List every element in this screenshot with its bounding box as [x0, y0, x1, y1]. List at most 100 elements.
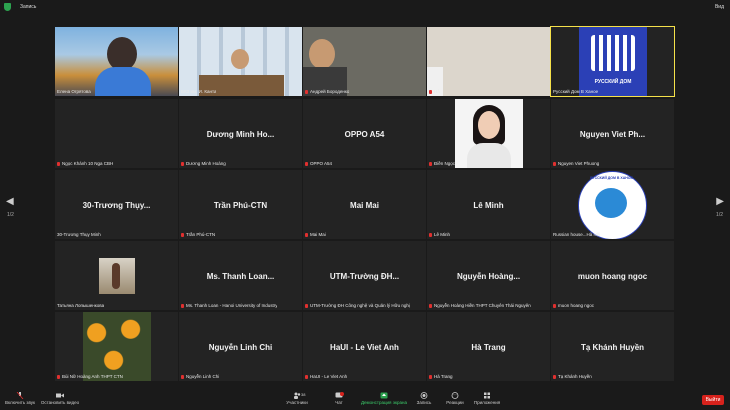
participant-display-name: muon hoang ngoc: [577, 272, 648, 281]
participant-display-name: Lê Minh: [473, 201, 504, 210]
participant-label: Hà: [429, 89, 440, 94]
participant-label: Russian house...Hà Nội: [553, 232, 600, 237]
participant-tile[interactable]: Ngọc Khánh 10 Nga CBH: [55, 99, 178, 168]
muted-mic-icon: [305, 161, 308, 166]
person-body: [95, 67, 151, 96]
security-shield-icon[interactable]: [4, 3, 11, 11]
participant-label: OPPO A54: [305, 161, 332, 166]
muted-mic-icon: [429, 303, 432, 308]
participant-tile[interactable]: Татьяна Лопышенкова: [55, 241, 178, 310]
participant-label: Lê Minh: [429, 232, 450, 237]
badge-text: РУССКИЙ ДОМ В ХАНОЕ: [590, 176, 633, 180]
participant-tile[interactable]: OPPO A54 OPPO A54: [303, 99, 426, 168]
top-bar: Запись Вид: [0, 0, 730, 14]
participant-label: БКЗ им. И. Канта: [181, 89, 216, 94]
record-icon: [420, 392, 428, 399]
participant-label-text: Hà Trang: [434, 374, 453, 379]
person-silhouette: [107, 37, 137, 71]
next-page-arrow-icon[interactable]: ▶: [716, 196, 724, 207]
participant-label-text: UTM-Trường ĐH Công nghệ và Quản lý Hữu n…: [310, 303, 410, 308]
participant-tile[interactable]: РУССКИЙ ДОМ Русский Дом В Ханое: [550, 26, 675, 97]
participant-tile[interactable]: Ms. Thanh Loan... Ms. Thanh Loan - Hanoi …: [179, 241, 302, 310]
participant-tile[interactable]: Nguyen Viet Ph... Nguyen Viet Phuong: [551, 99, 674, 168]
share-screen-button[interactable]: Демонстрация экрана: [360, 392, 408, 405]
participant-tile[interactable]: 30-Trương Thụy... 30-Trương Thụy Minh: [55, 170, 178, 239]
dove-icon: [595, 188, 627, 218]
participants-button[interactable]: Участники 38: [284, 392, 310, 405]
participant-label: HaUI - Le Viet Anh: [305, 374, 347, 379]
chat-button[interactable]: Чат: [332, 392, 346, 405]
participants-count: 38: [301, 392, 306, 397]
leave-meeting-button[interactable]: Выйти: [702, 395, 724, 405]
participant-label-text: Hà: [434, 89, 440, 94]
apps-button[interactable]: Приложения: [472, 392, 502, 405]
participants-icon: [294, 392, 301, 399]
person-silhouette: [231, 49, 249, 69]
participant-label: Ngọc Khánh 10 Nga CBH: [57, 161, 113, 166]
muted-mic-icon: [305, 89, 308, 94]
record-button[interactable]: Запись: [414, 392, 434, 405]
participant-label: 30-Trương Thụy Minh: [57, 232, 101, 237]
muted-mic-icon: [553, 374, 556, 379]
participant-display-name: Trần Phú-CTN: [213, 201, 268, 210]
logo-text: РУССКИЙ ДОМ: [594, 79, 632, 85]
microphone-muted-icon: [16, 392, 24, 399]
participant-display-name: Hà Trang: [471, 343, 506, 352]
recording-indicator[interactable]: Запись: [20, 4, 36, 10]
participant-tile[interactable]: Hà Trang Hà Trang: [427, 312, 550, 381]
participant-tile[interactable]: РУССКИЙ ДОМ В ХАНОЕ Russian house...Hà Nộ…: [551, 170, 674, 239]
participant-label-text: Татьяна Лопышенкова: [57, 303, 105, 308]
video-grid: Елена Огрятова БКЗ им. И. Канта Андрей Бор…: [55, 26, 675, 381]
muted-mic-icon: [305, 374, 308, 379]
participant-tile[interactable]: Елена Огрятова: [55, 27, 178, 96]
participant-tile[interactable]: UTM-Trường ĐH... UTM-Trường ĐH Công nghệ …: [303, 241, 426, 310]
participant-display-name: Tạ Khánh Huyền: [580, 343, 645, 352]
participant-label-text: Russian house...Hà Nội: [553, 232, 601, 237]
participant-label: Андрей Бороденко: [305, 89, 349, 94]
participant-label-text: Елена Огрятова: [57, 89, 91, 94]
russian-house-logo-icon: [591, 35, 635, 71]
sunflower-photo: [83, 312, 151, 381]
muted-mic-icon: [181, 232, 184, 237]
participant-tile[interactable]: Hà: [427, 27, 550, 96]
participant-display-name: Ms. Thanh Loan...: [206, 272, 275, 281]
participant-tile[interactable]: БКЗ им. И. Канта: [179, 27, 302, 96]
page-indicator-left: 1/2: [7, 212, 14, 218]
participant-tile[interactable]: muon hoang ngoc muon hoang ngoc: [551, 241, 674, 310]
participant-tile[interactable]: Tạ Khánh Huyền Tạ Khánh Huyền: [551, 312, 674, 381]
participant-tile[interactable]: Андрей Бороденко: [303, 27, 426, 96]
participant-label: Русский Дом В Ханое: [553, 89, 598, 94]
participant-tile[interactable]: HaUI - Le Viet Anh HaUI - Le Viet Anh: [303, 312, 426, 381]
participant-label-text: Điền Ngọc: [434, 161, 456, 166]
stop-video-button[interactable]: Остановить видео: [40, 392, 80, 405]
participant-label-text: HaUI - Le Viet Anh: [310, 374, 348, 379]
participant-tile[interactable]: Lê Minh Lê Minh: [427, 170, 550, 239]
participant-tile[interactable]: Bùi Nữ Hoàng Anh THPT CTN: [55, 312, 178, 381]
participant-label-text: Lê Minh: [434, 232, 451, 237]
muted-mic-icon: [181, 374, 184, 379]
participant-tile[interactable]: Điền Ngọc: [427, 99, 550, 168]
participant-label-text: Русский Дом В Ханое: [553, 89, 599, 94]
participant-tile[interactable]: Nguyễn Linh Chi Nguyễn Linh Chi: [179, 312, 302, 381]
unmute-button[interactable]: Включить звук: [4, 392, 36, 405]
participant-tile[interactable]: Trần Phú-CTN Trần Phú-CTN: [179, 170, 302, 239]
participant-label-text: Trần Phú-CTN: [186, 232, 216, 237]
participant-display-name: OPPO A54: [344, 130, 385, 139]
participant-display-name: Nguyễn Hoàng...: [456, 272, 521, 281]
view-button[interactable]: Вид: [715, 4, 724, 10]
muted-mic-icon: [57, 374, 60, 379]
person-figure: [112, 263, 120, 289]
participant-tile[interactable]: Mai Mai Mai Mai: [303, 170, 426, 239]
video-feed: [427, 27, 550, 96]
participant-tile[interactable]: Nguyễn Hoàng... Nguyễn Hoàng Hiền THPT Ch…: [427, 241, 550, 310]
participant-label: Dương Minh Hoàng: [181, 161, 226, 166]
participant-label: Mai Mai: [305, 232, 326, 237]
reactions-button[interactable]: Реакции: [444, 392, 466, 405]
prev-page-arrow-icon[interactable]: ◀: [6, 196, 14, 207]
participant-label-text: Ngọc Khánh 10 Nga CBH: [62, 161, 114, 166]
participant-label: Nguyễn Linh Chi: [181, 374, 219, 379]
participant-display-name: Nguyen Viet Ph...: [579, 130, 646, 139]
participant-tile[interactable]: Dương Minh Ho... Dương Minh Hoàng: [179, 99, 302, 168]
muted-mic-icon: [553, 161, 556, 166]
muted-mic-icon: [57, 161, 60, 166]
